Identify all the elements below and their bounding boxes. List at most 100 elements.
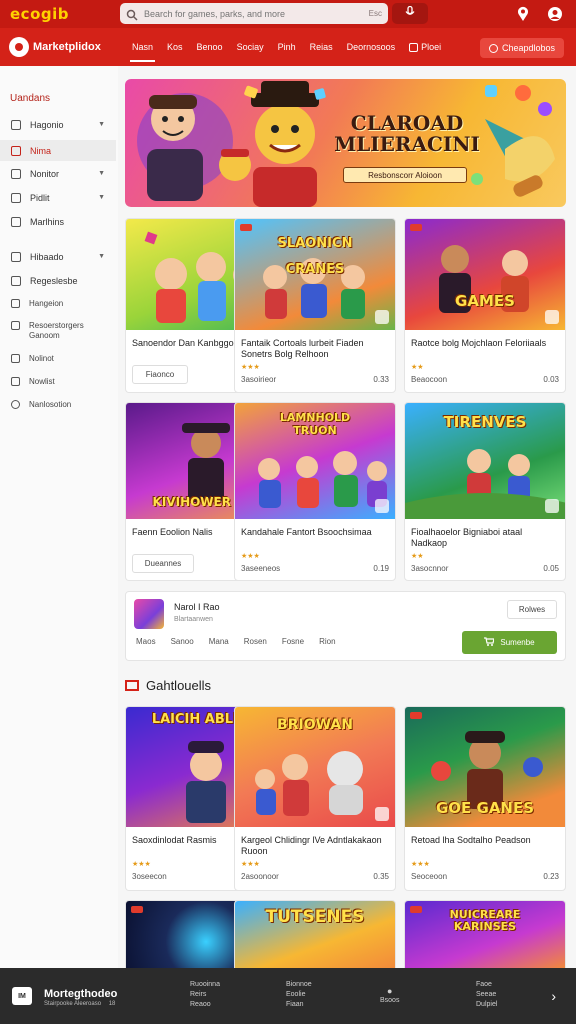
voice-search-button[interactable]: [392, 3, 428, 24]
sidebar-item-8[interactable]: Hangeion: [0, 293, 116, 314]
featured-subtitle: Blartaanwen: [174, 616, 213, 623]
nav-cta-button[interactable]: Cheapdlobos: [479, 38, 564, 58]
game-card[interactable]: SLAONICN CRANES Fantaik Cortoals lurbeit…: [234, 218, 396, 393]
footer-link[interactable]: Fiaan: [286, 1000, 312, 1010]
footer-link[interactable]: Eoolie: [286, 990, 312, 1000]
sidebar-item-label: Hagonio: [30, 119, 64, 130]
hero-subtitle-button[interactable]: Resbonscorr Aloioon: [343, 167, 467, 183]
sidebar-item-9[interactable]: Resoerstorgers Ganoom: [0, 317, 116, 345]
game-price: 0.05: [543, 564, 559, 573]
platform-icon: [375, 310, 389, 324]
search-input[interactable]: [144, 8, 365, 19]
footer-link[interactable]: Dulpiel: [476, 1000, 497, 1010]
footer-logo-icon[interactable]: IM: [12, 987, 32, 1005]
search-clear-label[interactable]: Esc: [369, 9, 382, 18]
hero-banner[interactable]: CLAROAD MLIERACINI Resbonscorr Aloioon: [125, 79, 566, 207]
footer-column[interactable]: ● Bsoos: [380, 986, 399, 1006]
featured-thumbnail[interactable]: [134, 599, 164, 629]
featured-tab[interactable]: Rosen: [244, 637, 267, 646]
footer-column[interactable]: Bionnoe Eoolie Fiaan: [286, 980, 312, 1010]
sidebar-item-5[interactable]: Marlhins: [0, 211, 116, 232]
nav-item-4[interactable]: Sociay: [230, 28, 271, 66]
chevron-down-icon: ▼: [98, 194, 105, 201]
account-icon[interactable]: [546, 5, 564, 23]
footer-link[interactable]: Faoe: [476, 980, 497, 990]
featured-tab[interactable]: Mana: [209, 637, 229, 646]
nav-item-label: Benoo: [196, 42, 223, 52]
sidebar-item-label: Nanlosotion: [29, 400, 72, 409]
game-thumbnail: BRIOWAN: [235, 707, 395, 827]
featured-secondary-button[interactable]: Rolwes: [507, 600, 557, 619]
game-art-title: SLAONICN CRANES: [277, 236, 353, 277]
game-card[interactable]: GOE GANES Retoad lha Sodtalho Peadson ★★…: [404, 706, 566, 891]
footer-brand-sub-text: Stairpooke Aleeroaso: [44, 1001, 102, 1007]
nav-item-6[interactable]: Reias: [303, 28, 340, 66]
game-price: 0.23: [543, 872, 559, 881]
sale-ribbon: [240, 224, 252, 231]
game-meta: Beaocoon: [411, 375, 448, 384]
featured-tab[interactable]: Maos: [136, 637, 156, 646]
footer-link[interactable]: Reirs: [190, 990, 220, 1000]
game-action-button[interactable]: Fiaonco: [132, 365, 188, 384]
sidebar-item-12[interactable]: Nanlosotion: [0, 394, 116, 415]
game-card[interactable]: NUICREARE KARINSES: [404, 900, 566, 968]
location-icon[interactable]: [514, 5, 532, 23]
sidebar-item-3[interactable]: Nonitor ▼: [0, 163, 116, 184]
controller-icon: ●: [387, 986, 393, 996]
footer-column[interactable]: Faoe Seeae Dulpiel: [476, 980, 497, 1010]
sidebar-item-label: Nolinot: [29, 354, 54, 363]
note-icon: [11, 354, 20, 363]
nav-item-2[interactable]: Kos: [160, 28, 190, 66]
sidebar-item-11[interactable]: Nowlist: [0, 371, 116, 392]
game-price: 0.19: [373, 564, 389, 573]
game-card[interactable]: TUTSENES: [234, 900, 396, 968]
hero-title: CLAROAD MLIERACINI: [334, 111, 480, 156]
featured-tab[interactable]: Rion: [319, 637, 335, 646]
nav-item-3[interactable]: Benoo: [190, 28, 230, 66]
game-card[interactable]: LAMNHOLD TRUON Kandahale Fantort Bsoochs…: [234, 402, 396, 581]
featured-tab[interactable]: Fosne: [282, 637, 304, 646]
footer-link[interactable]: Seeae: [476, 990, 497, 1000]
sidebar-item-1[interactable]: Hagonio ▼: [0, 114, 116, 135]
sidebar-item-label: Nima: [30, 145, 52, 156]
footer-link[interactable]: Reaoo: [190, 1000, 220, 1010]
sidebar-item-6[interactable]: Hibaado ▼: [0, 246, 116, 267]
nav-item-8[interactable]: Ploei: [402, 28, 448, 66]
game-thumbnail: LAMNHOLD TRUON: [235, 403, 395, 519]
footer-link[interactable]: Bsoos: [380, 996, 399, 1006]
footer-link[interactable]: Ruooinna: [190, 980, 220, 990]
nav-cta-label: Cheapdlobos: [501, 43, 555, 53]
game-thumbnail: SLAONICN CRANES: [235, 219, 395, 330]
sidebar-item-4[interactable]: Pidlit ▼: [0, 187, 116, 208]
bag-icon: [11, 145, 21, 156]
game-action-button[interactable]: Dueannes: [132, 554, 194, 573]
featured-tab[interactable]: Sanoo: [171, 637, 194, 646]
footer-link[interactable]: Bionnoe: [286, 980, 312, 990]
sale-ribbon: [410, 224, 422, 231]
sidebar-item-10[interactable]: Nolinot: [0, 348, 116, 369]
search-bar[interactable]: Esc: [120, 3, 388, 24]
nav-item-5[interactable]: Pinh: [271, 28, 303, 66]
featured-buy-button[interactable]: Sumenbe: [462, 631, 557, 654]
marketplace-brand[interactable]: Marketplidox: [9, 37, 121, 57]
game-title: Fioalhaoelor Bigniaboi ataal Nadkaop: [411, 527, 523, 548]
game-card[interactable]: BRIOWAN Kargeol Chlidingr lVe Adntlakaka…: [234, 706, 396, 891]
nav-item-label: Sociay: [236, 42, 264, 52]
site-logo[interactable]: ecogib: [10, 5, 110, 23]
footer-count: 18: [108, 1001, 116, 1007]
footer-column[interactable]: Ruooinna Reirs Reaoo: [190, 980, 220, 1010]
nav-item-1[interactable]: Nasn: [125, 28, 160, 66]
game-card[interactable]: GAMES Raotce bolg Mojchlaon Feloriiaals …: [404, 218, 566, 393]
sidebar-item-7[interactable]: Regeslesbe: [0, 270, 116, 291]
nav-item-7[interactable]: Deornosoos: [340, 28, 403, 66]
chevron-down-icon: ▼: [98, 121, 105, 128]
featured-buy-label: Sumenbe: [500, 638, 535, 647]
rating-stars: ★★★: [411, 861, 430, 868]
sidebar-item-label: Hibaado: [30, 251, 64, 262]
top-bar: ecogib Esc: [0, 0, 576, 28]
chevron-right-icon[interactable]: ›: [551, 988, 556, 1004]
sidebar-item-2[interactable]: Nima: [0, 140, 116, 161]
sidebar-item-label: Marlhins: [30, 216, 65, 227]
game-meta: 3oseecon: [132, 872, 167, 881]
game-card[interactable]: TIRENVES Fioalhaoelor Bigniaboi ataal Na…: [404, 402, 566, 581]
